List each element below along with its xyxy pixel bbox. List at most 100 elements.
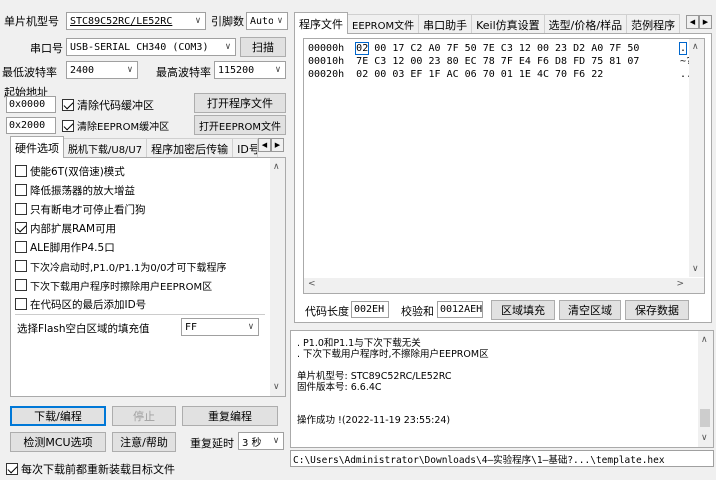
hex-byte[interactable]: 00 xyxy=(374,69,386,80)
hex-byte[interactable]: 12 xyxy=(519,43,531,54)
chevron-down-icon[interactable]: ∨ xyxy=(701,433,708,443)
hex-byte[interactable]: 4C xyxy=(537,69,549,80)
delay-select[interactable]: 3 秒 ∨ xyxy=(238,432,284,450)
option-add-id[interactable]: 在代码区的最后添加ID号 xyxy=(15,295,146,313)
tab-offline-download[interactable]: 脱机下载/U8/U7 xyxy=(63,138,148,158)
log-panel[interactable]: . P1.0和P1.1与下次下载无关. 下次下载用户程序时,不擦除用户EEPRO… xyxy=(290,330,714,448)
hex-byte[interactable]: 06 xyxy=(465,69,477,80)
hex-byte[interactable]: D8 xyxy=(555,56,567,67)
help-button[interactable]: 注意/帮助 xyxy=(112,432,176,452)
hex-byte[interactable]: C3 xyxy=(501,43,513,54)
scan-button[interactable]: 扫描 xyxy=(240,37,286,57)
hex-byte[interactable]: 07 xyxy=(627,56,639,67)
open-eeprom-button[interactable]: 打开EEPROM文件 xyxy=(194,115,286,135)
mcu-select[interactable]: STC89C52RC/LE52RC ∨ xyxy=(66,12,206,30)
chevron-down-icon[interactable]: ∨ xyxy=(273,382,280,392)
hex-byte[interactable]: C3 xyxy=(374,56,386,67)
max-baud-select[interactable]: 115200 ∨ xyxy=(214,61,286,79)
hex-byte[interactable]: 02 xyxy=(355,42,370,55)
pins-select[interactable]: Auto ∨ xyxy=(246,12,288,30)
left-tab-scroll[interactable]: ◀ ▶ xyxy=(258,138,284,152)
hex-byte[interactable]: E4 xyxy=(519,56,531,67)
chevron-down-icon[interactable]: ∨ xyxy=(692,264,699,274)
hex-byte[interactable]: 70 xyxy=(555,69,567,80)
hex-byte[interactable]: F6 xyxy=(573,69,585,80)
hex-byte[interactable]: AC xyxy=(447,69,459,80)
scroll-left-icon[interactable]: ◀ xyxy=(686,15,699,29)
detect-mcu-button[interactable]: 检测MCU选项 xyxy=(10,432,106,452)
hex-byte[interactable]: 23 xyxy=(555,43,567,54)
hex-byte[interactable]: 17 xyxy=(392,43,404,54)
chevron-up-icon[interactable]: ∧ xyxy=(692,42,699,52)
hex-byte[interactable]: 7F xyxy=(501,56,513,67)
option-cold-start[interactable]: 下次冷启动时,P1.0/P1.1为0/0才可下载程序 xyxy=(15,257,227,275)
hex-byte[interactable]: 78 xyxy=(483,56,495,67)
hex-byte[interactable]: A0 xyxy=(428,43,440,54)
chevron-up-icon[interactable]: ∧ xyxy=(701,335,708,345)
hex-byte[interactable]: 00 xyxy=(537,43,549,54)
option-internal-ram[interactable]: 内部扩展RAM可用 xyxy=(15,219,116,237)
hex-byte[interactable]: 7F xyxy=(447,43,459,54)
option-erase-eeprom[interactable]: 下次下载用户程序时擦除用户EEPROM区 xyxy=(15,276,212,294)
hex-hscroll[interactable]: < > xyxy=(304,278,704,293)
fill-area-button[interactable]: 区域填充 xyxy=(491,300,555,320)
hex-byte[interactable]: D2 xyxy=(573,43,585,54)
option-ale-pin[interactable]: ALE脚用作P4.5口 xyxy=(15,238,115,256)
hex-byte[interactable]: EC xyxy=(465,56,477,67)
hex-byte[interactable]: 1E xyxy=(519,69,531,80)
fill-select[interactable]: FF ∨ xyxy=(181,318,259,336)
hex-byte[interactable]: 02 xyxy=(356,69,368,80)
addr2-input[interactable]: 0x2000 xyxy=(6,117,56,134)
chevron-right-icon[interactable]: > xyxy=(676,279,684,289)
hex-vscroll[interactable]: ∧ ∨ xyxy=(689,39,704,277)
tab-hardware-options[interactable]: 硬件选项 xyxy=(10,136,64,158)
hex-view[interactable]: 00000h 02 00 17 C2 A0 7F 50 7E C3 12 00 … xyxy=(303,38,705,294)
reprogram-button[interactable]: 重复编程 xyxy=(182,406,278,426)
hex-byte[interactable]: 50 xyxy=(627,43,639,54)
hex-byte[interactable]: 22 xyxy=(591,69,603,80)
tab-selection-price[interactable]: 选型/价格/样品 xyxy=(543,14,628,34)
min-baud-select[interactable]: 2400 ∨ xyxy=(66,61,138,79)
hex-byte[interactable]: 12 xyxy=(392,56,404,67)
save-data-button[interactable]: 保存数据 xyxy=(625,300,689,320)
hex-byte[interactable]: 70 xyxy=(483,69,495,80)
clear-area-button[interactable]: 清空区域 xyxy=(559,300,621,320)
option-watchdog[interactable]: 只有断电才可停止看门狗 xyxy=(15,200,146,218)
hex-byte[interactable]: 23 xyxy=(428,56,440,67)
hex-byte[interactable]: C2 xyxy=(410,43,422,54)
hex-byte[interactable]: EF xyxy=(410,69,422,80)
hex-byte[interactable]: 7E xyxy=(483,43,495,54)
scroll-left-icon[interactable]: ◀ xyxy=(258,138,271,152)
chevron-left-icon[interactable]: < xyxy=(308,279,316,289)
hex-byte[interactable]: FD xyxy=(573,56,585,67)
port-select[interactable]: USB-SERIAL CH340 (COM3) ∨ xyxy=(66,38,236,56)
hex-byte[interactable]: 00 xyxy=(410,56,422,67)
scroll-thumb[interactable] xyxy=(700,409,710,427)
hex-byte[interactable]: 7E xyxy=(356,56,368,67)
log-scrollbar[interactable]: ∧ ∨ xyxy=(698,331,713,447)
stop-button[interactable]: 停止 xyxy=(112,406,176,426)
hex-byte[interactable]: 1F xyxy=(428,69,440,80)
reload-checkbox[interactable]: 每次下载前都重新装载目标文件 xyxy=(6,461,175,477)
hex-byte[interactable]: 01 xyxy=(501,69,513,80)
open-program-button[interactable]: 打开程序文件 xyxy=(194,93,286,113)
option-6t-mode[interactable]: 使能6T(双倍速)模式 xyxy=(15,162,125,180)
hex-byte[interactable]: 80 xyxy=(447,56,459,67)
hex-byte[interactable]: F6 xyxy=(537,56,549,67)
clear-code-checkbox[interactable]: 清除代码缓冲区 xyxy=(62,97,154,113)
tab-encrypted-transfer[interactable]: 程序加密后传输 xyxy=(146,138,234,158)
clear-eeprom-checkbox[interactable]: 清除EEPROM缓冲区 xyxy=(62,118,169,133)
tab-examples[interactable]: 范例程序 xyxy=(626,14,681,34)
tab-eeprom-file[interactable]: EEPROM文件 xyxy=(347,14,420,34)
addr1-input[interactable]: 0x0000 xyxy=(6,96,56,113)
chevron-up-icon[interactable]: ∧ xyxy=(273,162,280,172)
hex-byte[interactable]: 03 xyxy=(392,69,404,80)
hex-byte[interactable]: 00 xyxy=(374,43,386,54)
scroll-right-icon[interactable]: ▶ xyxy=(271,138,284,152)
hex-byte[interactable]: 81 xyxy=(609,56,621,67)
hex-byte[interactable]: 7F xyxy=(609,43,621,54)
tab-id[interactable]: ID号 xyxy=(232,138,259,158)
hex-byte[interactable]: 75 xyxy=(591,56,603,67)
hex-byte[interactable]: A0 xyxy=(591,43,603,54)
option-reduce-gain[interactable]: 降低振荡器的放大增益 xyxy=(15,181,135,199)
